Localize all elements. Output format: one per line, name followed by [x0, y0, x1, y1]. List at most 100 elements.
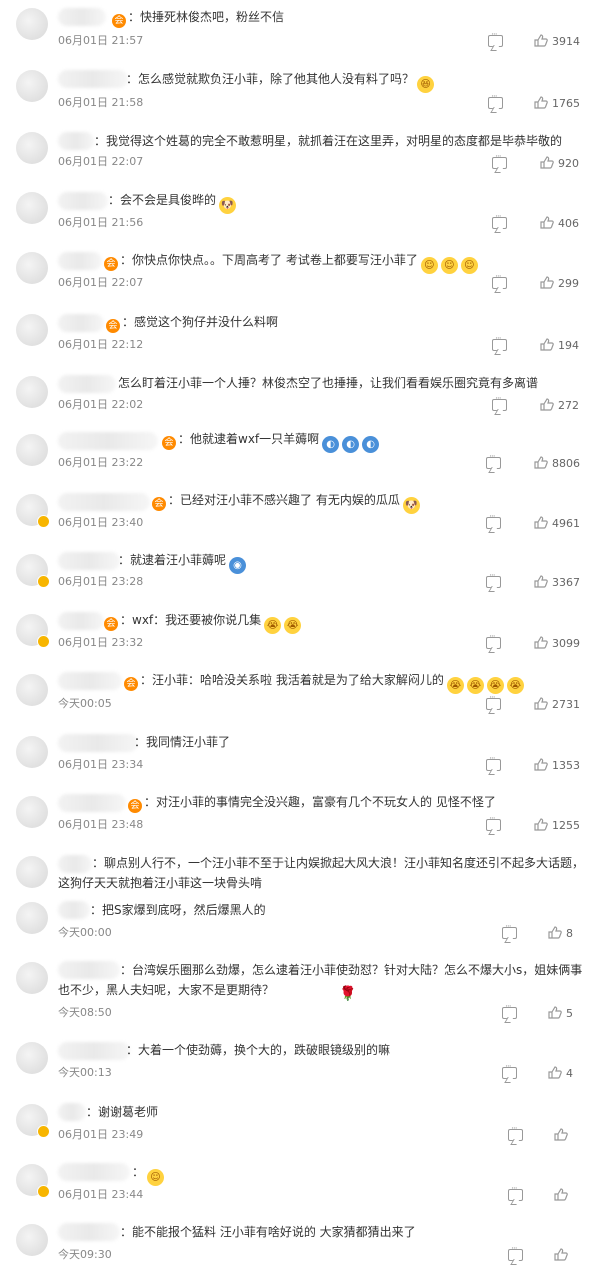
username-blurred[interactable] [58, 1223, 120, 1241]
comment-icon[interactable] [492, 272, 507, 289]
avatar[interactable] [16, 1224, 48, 1256]
username-blurred[interactable] [58, 1042, 130, 1060]
thumbs-up-icon[interactable] [534, 456, 548, 469]
avatar[interactable] [16, 554, 50, 588]
like-count: 299 [558, 277, 579, 290]
thumbs-up-icon[interactable] [534, 697, 548, 710]
avatar[interactable] [16, 252, 48, 284]
comment-icon[interactable] [488, 30, 503, 47]
smiling-emoji-icon: ☺ [147, 1169, 165, 1186]
comment-item: 会：对汪小菲的事情完全没兴趣，富豪有几个不玩女人的 见怪不怪了 06月01日 2… [0, 790, 600, 850]
thumbs-up-icon[interactable] [534, 575, 548, 588]
username-blurred[interactable] [58, 1163, 130, 1181]
avatar[interactable] [16, 614, 50, 648]
username-blurred[interactable] [58, 612, 104, 630]
avatar[interactable] [16, 1042, 48, 1074]
thumbs-up-icon[interactable] [554, 1128, 568, 1141]
avatar[interactable] [16, 70, 48, 102]
avatar[interactable] [16, 674, 48, 706]
username-blurred[interactable] [58, 192, 108, 210]
comment-text: 聊点别人行不，一个汪小菲不至于让内娱掀起大风大浪！汪小菲知名度还引不起多大话题，… [58, 856, 585, 890]
comment-text: 快捶死林俊杰吧，粉丝不信 [140, 10, 285, 24]
comment-icon[interactable] [488, 92, 503, 109]
comment-icon[interactable] [508, 1124, 523, 1141]
username-blurred[interactable] [58, 493, 150, 511]
username-blurred[interactable] [58, 734, 138, 752]
username-blurred[interactable] [58, 314, 104, 332]
thumbs-up-icon[interactable] [534, 34, 548, 47]
comment-item: ：谢谢葛老师 06月01日 23:49 [0, 1098, 600, 1154]
shark-emoji-icon: ◐ [322, 436, 340, 453]
username-blurred[interactable] [58, 552, 120, 570]
avatar[interactable] [16, 132, 48, 164]
username-blurred[interactable] [58, 375, 116, 393]
thumbs-up-icon[interactable] [548, 1006, 562, 1019]
comment-icon[interactable] [508, 1184, 523, 1201]
username-blurred[interactable] [58, 432, 158, 450]
comment-icon[interactable] [486, 452, 501, 469]
thumbs-up-icon[interactable] [554, 1248, 568, 1261]
thumbs-up-icon[interactable] [554, 1188, 568, 1201]
comment-item: ：就逮着汪小菲薅呢◉ 06月01日 23:28 3367 [0, 548, 600, 608]
comment-icon[interactable] [502, 1002, 517, 1019]
comment-item: 会：你快点你快点。。下周高考了 考试卷上都要写汪小菲了 ☺ ☺ ☺ 06月01日 22… [0, 246, 600, 306]
comment-icon[interactable] [508, 1244, 523, 1261]
doge-emoji-icon: 🐶 [402, 497, 420, 514]
thumbs-up-icon[interactable] [534, 96, 548, 109]
thumbs-up-icon[interactable] [534, 818, 548, 831]
comment-icon[interactable] [486, 754, 501, 771]
comment-icon[interactable] [492, 212, 507, 229]
avatar[interactable] [16, 796, 48, 828]
avatar[interactable] [16, 8, 48, 40]
avatar[interactable] [16, 962, 48, 994]
username-blurred[interactable] [58, 672, 122, 690]
avatar[interactable] [16, 902, 48, 934]
comment-text: 怎么感觉就欺负汪小菲，除了他其他人没有料了吗？ [138, 72, 415, 86]
comment-text: 已经对汪小菲不感兴趣了 有无内娱的瓜瓜 [180, 493, 400, 507]
thumbs-up-icon[interactable] [534, 636, 548, 649]
avatar[interactable] [16, 314, 48, 346]
comment-icon[interactable] [502, 1062, 517, 1079]
avatar[interactable] [16, 856, 48, 888]
avatar[interactable] [16, 1104, 50, 1138]
comment-text: 就逮着汪小菲薅呢 [130, 553, 227, 567]
comment-icon[interactable] [486, 814, 501, 831]
avatar[interactable] [16, 192, 48, 224]
thumbs-up-icon[interactable] [540, 276, 554, 289]
comment-icon[interactable] [492, 152, 507, 169]
avatar[interactable] [16, 736, 48, 768]
username-blurred[interactable] [58, 132, 94, 150]
thumbs-up-icon[interactable] [534, 758, 548, 771]
comment-time: 06月01日 23:22 [58, 456, 144, 469]
username-blurred[interactable] [58, 8, 106, 26]
username-blurred[interactable] [58, 1103, 86, 1121]
comment-text: 会不会是具俊晔的 [120, 193, 217, 207]
thumbs-up-icon[interactable] [540, 156, 554, 169]
username-blurred[interactable] [58, 70, 128, 88]
comment-icon[interactable] [486, 571, 501, 588]
comment-icon[interactable] [492, 334, 507, 351]
thumbs-up-icon[interactable] [540, 398, 554, 411]
comment-icon[interactable] [486, 632, 501, 649]
thumbs-up-icon[interactable] [534, 516, 548, 529]
avatar[interactable] [16, 434, 48, 466]
thumbs-up-icon[interactable] [548, 1066, 562, 1079]
comment-icon[interactable] [486, 512, 501, 529]
vip-badge-icon: 会 [162, 436, 176, 450]
comment-time: 06月01日 21:56 [58, 216, 144, 229]
comment-icon[interactable] [486, 693, 501, 710]
comment-icon[interactable] [502, 922, 517, 939]
comment-icon[interactable] [492, 394, 507, 411]
avatar[interactable] [16, 376, 48, 408]
avatar[interactable] [16, 1164, 50, 1198]
crying-emoji-icon: 😭 [264, 617, 282, 634]
comment-item: 会：汪小菲：哈哈没关系啦 我活着就是为了给大家解闷儿的 😭 😭 😭 😭 今天00:05 … [0, 670, 600, 730]
username-blurred[interactable] [58, 901, 90, 919]
thumbs-up-icon[interactable] [540, 338, 554, 351]
username-blurred[interactable] [58, 794, 126, 812]
comment-text: 怎么盯着汪小菲一个人捶？林俊杰空了也捶捶，让我们看看娱乐圈究竟有多离谱 [118, 376, 539, 390]
avatar[interactable] [16, 494, 50, 528]
thumbs-up-icon[interactable] [548, 926, 562, 939]
username-blurred[interactable] [58, 252, 102, 270]
thumbs-up-icon[interactable] [540, 216, 554, 229]
